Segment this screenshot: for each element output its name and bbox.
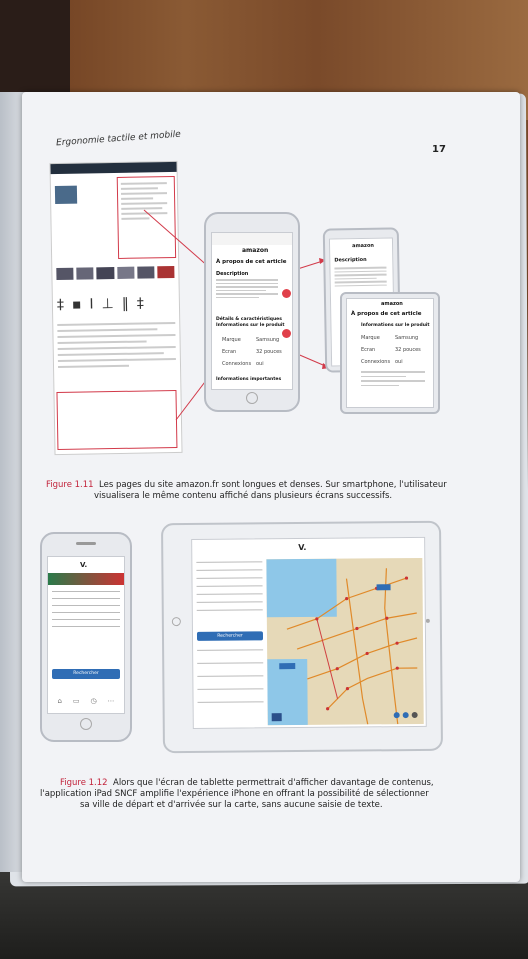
callout-badge-1 bbox=[282, 289, 291, 298]
spec-label: Connexions bbox=[361, 359, 391, 365]
search-button[interactable]: Rechercher bbox=[52, 669, 120, 679]
callout-badge-2 bbox=[282, 329, 291, 338]
spec-label: Marque bbox=[361, 335, 380, 341]
location-button[interactable] bbox=[271, 713, 282, 722]
sncf-ipad-mockup: V. Rechercher bbox=[161, 520, 443, 754]
tickets-tab-icon[interactable]: ▭ bbox=[73, 697, 80, 705]
france-map[interactable] bbox=[266, 557, 424, 726]
rail-network bbox=[286, 568, 418, 725]
caption-text: Les pages du site amazon.fr sont longues… bbox=[99, 480, 447, 490]
spec-label: Connexions bbox=[222, 361, 252, 367]
spec-label: Écran bbox=[361, 347, 376, 353]
info-title: Informations sur le produit bbox=[361, 323, 430, 328]
smartphone-mockup-3: amazon À propos de cet article Informati… bbox=[340, 292, 440, 414]
search-button[interactable]: Rechercher bbox=[196, 631, 264, 641]
spec-value: 32 pouces bbox=[395, 347, 421, 353]
speaker-icon bbox=[76, 542, 96, 545]
spec-label: Marque bbox=[222, 337, 241, 343]
section-title: À propos de cet article bbox=[351, 311, 422, 317]
amazon-logo: amazon bbox=[381, 301, 403, 307]
figure-label: Figure 1.12 bbox=[60, 778, 108, 788]
map-control-icon[interactable] bbox=[411, 711, 418, 719]
figure-1-12-caption: Figure 1.12 Alors que l'écran de tablett… bbox=[40, 778, 510, 811]
description-title: Description bbox=[334, 256, 367, 264]
spec-label: Écran bbox=[222, 349, 237, 355]
home-tab-icon[interactable]: ⌂ bbox=[57, 697, 61, 705]
sncf-logo: V. bbox=[80, 561, 88, 569]
tab-bar: ⌂ ▭ ◷ ⋯ bbox=[52, 697, 120, 705]
clock-tab-icon[interactable]: ◷ bbox=[90, 697, 96, 705]
status-bar bbox=[212, 233, 292, 245]
caption-text: sa ville de départ et d'arrivée sur la c… bbox=[80, 800, 383, 810]
spec-value: 32 pouces bbox=[256, 349, 282, 355]
city-marker-tooltip[interactable] bbox=[279, 663, 296, 670]
home-button-icon bbox=[80, 718, 92, 730]
phone-screen: amazon À propos de cet article Descripti… bbox=[211, 232, 293, 390]
map-control-icon[interactable] bbox=[393, 712, 400, 719]
camera-icon bbox=[425, 618, 430, 623]
home-button-icon bbox=[171, 617, 181, 627]
search-button-label: Rechercher bbox=[73, 671, 99, 676]
sncf-iphone-mockup: V. Rechercher ⌂ ▭ ◷ ⋯ bbox=[40, 532, 132, 742]
spec-text bbox=[361, 371, 425, 389]
more-tab-icon[interactable]: ⋯ bbox=[108, 697, 115, 705]
phone-screen: amazon À propos de cet article Informati… bbox=[346, 298, 434, 408]
section-title: À propos de cet article bbox=[216, 259, 287, 265]
map-control-icon[interactable] bbox=[402, 712, 409, 719]
book-page: Ergonomie tactile et mobile 17 ‡ ▪ I ⊥ ‖ ‡ bbox=[22, 92, 520, 882]
map-controls bbox=[393, 711, 418, 719]
footer-title: Informations importantes bbox=[216, 377, 282, 382]
banner-image bbox=[48, 573, 124, 585]
details-title: Détails & caractéristiques bbox=[216, 317, 282, 322]
search-form-panel bbox=[196, 561, 263, 618]
description-text bbox=[216, 279, 278, 300]
figure-label: Figure 1.11 bbox=[46, 480, 94, 490]
spec-value: Samsung bbox=[395, 335, 419, 341]
smartphone-mockup-1: amazon À propos de cet article Descripti… bbox=[204, 212, 300, 412]
search-button-label: Rechercher bbox=[217, 633, 243, 639]
caption-text: l'application iPad SNCF amplifie l'expér… bbox=[40, 789, 429, 799]
arrow-line bbox=[143, 209, 211, 269]
description-text bbox=[334, 266, 387, 289]
amazon-logo: amazon bbox=[242, 247, 269, 254]
form-fields bbox=[52, 591, 120, 633]
info-title: Informations sur le produit bbox=[216, 323, 285, 328]
city-marker-tooltip[interactable] bbox=[376, 584, 391, 591]
phone-screen: V. Rechercher ⌂ ▭ ◷ ⋯ bbox=[47, 556, 125, 714]
journey-list bbox=[197, 649, 264, 715]
caption-text: visualisera le même contenu affiché dans… bbox=[94, 491, 393, 501]
caption-text: Alors que l'écran de tablette permettrai… bbox=[113, 778, 434, 788]
description-title: Description bbox=[216, 271, 249, 277]
home-button-icon bbox=[246, 392, 258, 404]
sncf-logo: V. bbox=[298, 542, 307, 553]
spec-value: oui bbox=[256, 361, 264, 367]
tablet-screen: V. Rechercher bbox=[191, 536, 427, 729]
spec-value: oui bbox=[395, 359, 403, 365]
figure-1-11-caption: Figure 1.11 Les pages du site amazon.fr … bbox=[46, 480, 506, 502]
amazon-logo: amazon bbox=[352, 242, 374, 250]
spec-value: Samsung bbox=[256, 337, 280, 343]
